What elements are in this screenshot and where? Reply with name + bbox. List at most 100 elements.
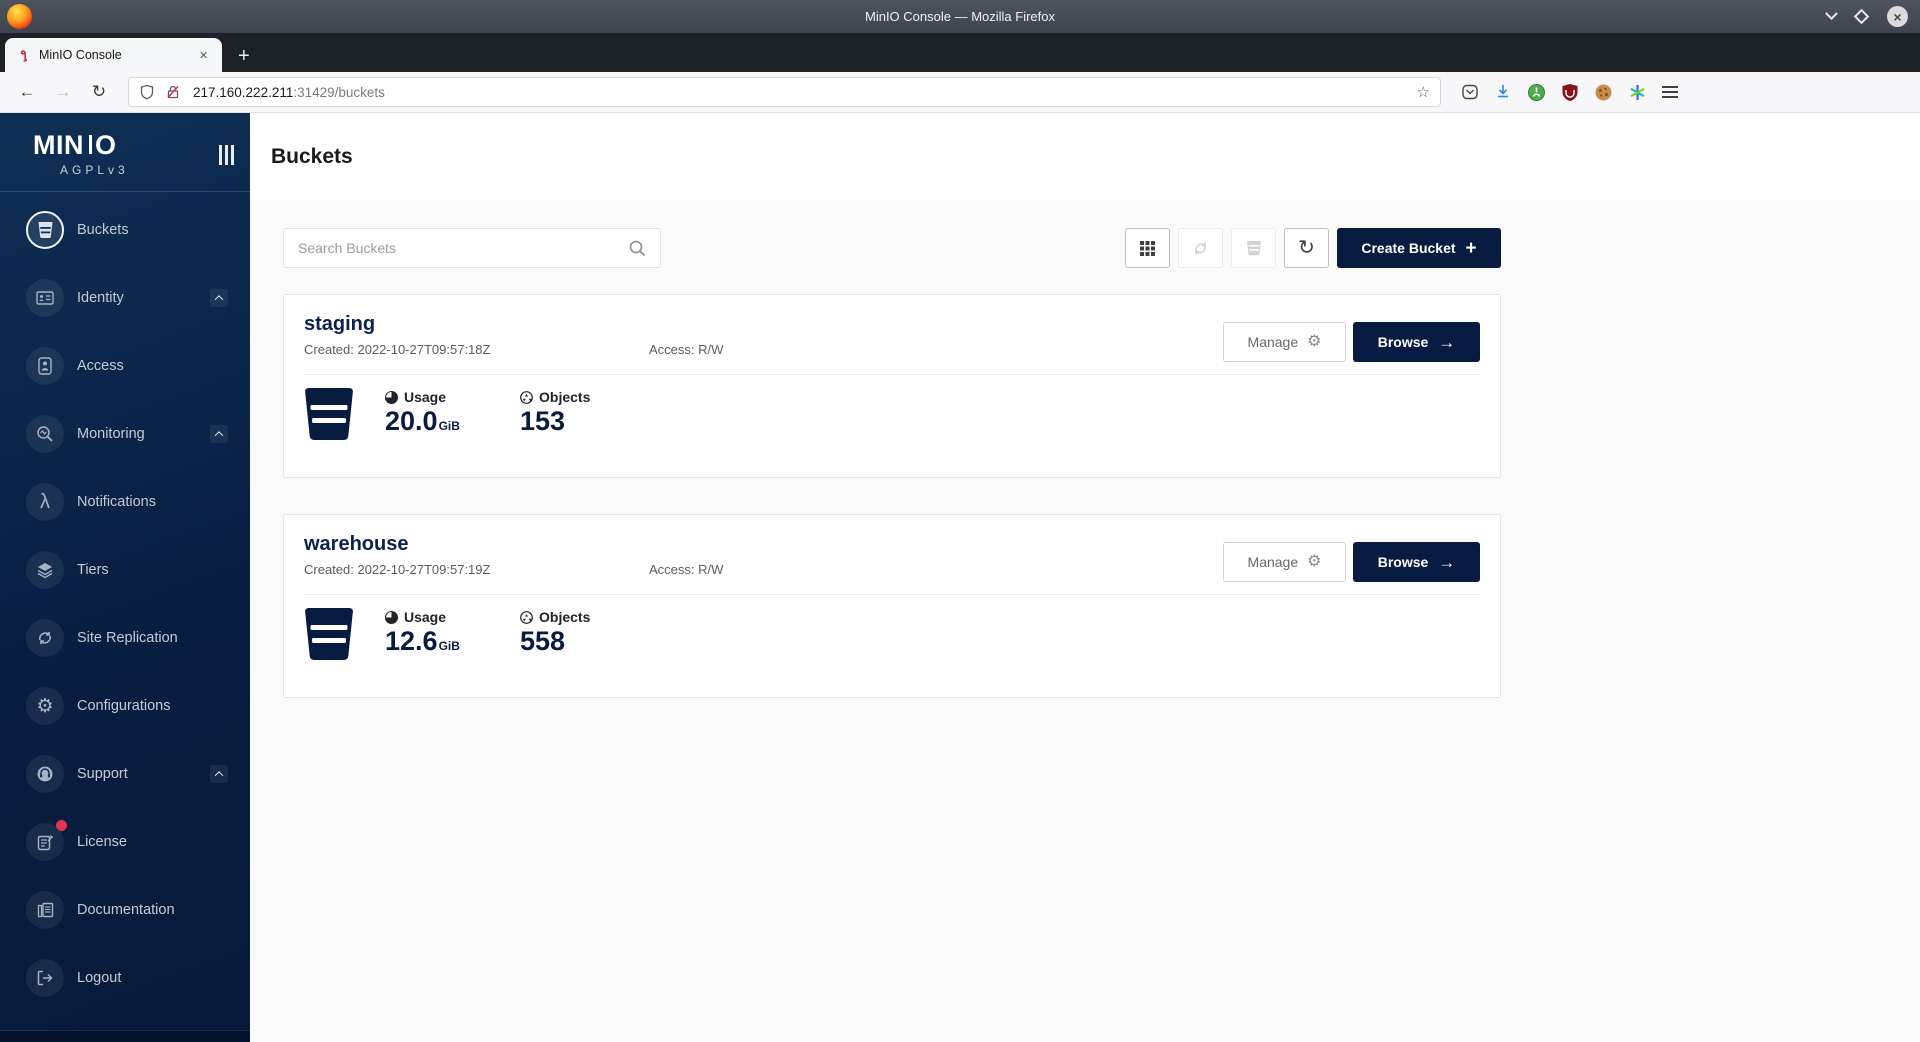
usage-pie-icon	[385, 391, 398, 404]
refresh-icon: ↻	[1298, 238, 1315, 258]
plus-icon: +	[1466, 239, 1477, 258]
delete-bucket-button[interactable]	[1231, 228, 1276, 268]
sidebar-item-label: Support	[77, 766, 128, 782]
sidebar-collapse-icon[interactable]	[219, 145, 234, 165]
arrow-right-icon: →	[1438, 334, 1455, 351]
replication-icon	[1191, 239, 1210, 258]
asterisk-extension-icon[interactable]	[1628, 83, 1647, 102]
sidebar: MINO AGPLv3 Buckets Identity	[0, 113, 250, 1042]
manage-button[interactable]: Manage ⚙	[1223, 542, 1346, 582]
usage-value: 12.6GiB	[385, 625, 489, 662]
sidebar-item-label: Documentation	[77, 902, 175, 918]
bucket-access: Access: R/W	[649, 562, 723, 577]
pocket-icon[interactable]	[1461, 83, 1479, 101]
window-close-icon[interactable]: ×	[1887, 6, 1908, 27]
bucket-large-icon	[304, 606, 354, 662]
sidebar-item-tiers[interactable]: Tiers	[0, 545, 250, 595]
screen: MinIO Console — Mozilla Firefox × MinIO …	[0, 0, 1920, 1042]
url-bar[interactable]: 217.160.222.211:31429/buckets ☆	[128, 77, 1441, 107]
chevron-up-icon[interactable]	[210, 425, 228, 443]
sidebar-item-configurations[interactable]: ⚙ Configurations	[0, 681, 250, 731]
main-panel: Buckets	[250, 113, 1920, 1042]
usage-pie-icon	[385, 611, 398, 624]
sidebar-item-identity[interactable]: Identity	[0, 273, 250, 323]
bookmark-star-icon[interactable]: ☆	[1417, 83, 1430, 101]
bucket-icon	[26, 211, 64, 249]
window-maximize-icon[interactable]	[1856, 11, 1867, 22]
url-host: 217.160.222.211	[193, 85, 293, 100]
back-button[interactable]: ←	[12, 82, 42, 102]
objects-icon	[520, 611, 533, 624]
tab-close-icon[interactable]: ×	[195, 46, 212, 65]
chevron-up-icon[interactable]	[210, 765, 228, 783]
tab-minio-console[interactable]: MinIO Console ×	[5, 38, 222, 72]
bucket-created: Created: 2022-10-27T09:57:19Z	[304, 562, 649, 577]
sidebar-item-label: Notifications	[77, 494, 156, 510]
sidebar-item-label: Logout	[77, 970, 121, 986]
sidebar-item-label: Identity	[77, 290, 124, 306]
sidebar-item-site-replication[interactable]: Site Replication	[0, 613, 250, 663]
page-title: Buckets	[271, 145, 353, 169]
sidebar-item-notifications[interactable]: λ Notifications	[0, 477, 250, 527]
cookie-extension-icon[interactable]	[1594, 83, 1613, 102]
arrow-right-icon: →	[1438, 554, 1455, 571]
content-area: ↻ Create Bucket + staging Created: 20	[250, 200, 1920, 1042]
tab-title: MinIO Console	[39, 48, 195, 62]
refresh-buckets-button[interactable]: ↻	[1284, 228, 1329, 268]
ublock-origin-icon[interactable]	[1561, 83, 1579, 102]
bucket-card-warehouse: warehouse Created: 2022-10-27T09:57:19Z …	[283, 514, 1501, 698]
gear-icon: ⚙	[1307, 554, 1321, 570]
sidebar-horizontal-scrollbar[interactable]	[0, 1030, 250, 1042]
bucket-card-staging: staging Created: 2022-10-27T09:57:18Z Ac…	[283, 294, 1501, 478]
reload-button[interactable]: ↻	[84, 82, 114, 102]
window-titlebar: MinIO Console — Mozilla Firefox ×	[0, 0, 1920, 33]
search-buckets-box	[283, 228, 661, 268]
create-bucket-button[interactable]: Create Bucket +	[1337, 228, 1501, 268]
sidebar-item-label: Configurations	[77, 698, 171, 714]
downloads-icon[interactable]	[1494, 83, 1512, 101]
minio-logo: MINO AGPLv3	[0, 113, 250, 177]
set-replication-button[interactable]	[1178, 228, 1223, 268]
sidebar-item-label: Tiers	[77, 562, 109, 578]
new-tab-button[interactable]: +	[238, 46, 250, 66]
sidebar-item-monitoring[interactable]: Monitoring	[0, 409, 250, 459]
manage-button[interactable]: Manage ⚙	[1223, 322, 1346, 362]
sidebar-item-documentation[interactable]: Documentation	[0, 885, 250, 935]
url-path: :31429/buckets	[293, 85, 385, 100]
sidebar-item-label: License	[77, 834, 127, 850]
browse-button[interactable]: Browse →	[1353, 542, 1480, 582]
identity-card-icon	[26, 279, 64, 317]
sidebar-item-logout[interactable]: Logout	[0, 953, 250, 1003]
sidebar-item-access[interactable]: Access	[0, 341, 250, 391]
browse-button[interactable]: Browse →	[1353, 322, 1480, 362]
sidebar-item-support[interactable]: Support	[0, 749, 250, 799]
menu-hamburger-icon[interactable]	[1662, 83, 1678, 101]
usage-stat: Usage 12.6GiB	[385, 606, 489, 662]
support-headset-icon	[26, 755, 64, 793]
bucket-access: Access: R/W	[649, 342, 723, 357]
license-tag: AGPLv3	[60, 163, 250, 177]
tiers-layers-icon	[26, 551, 64, 589]
window-minimize-icon[interactable]	[1827, 12, 1836, 21]
url-text[interactable]: 217.160.222.211:31429/buckets	[193, 85, 1417, 100]
bucket-large-icon	[304, 386, 354, 442]
objects-stat: Objects 153	[520, 386, 624, 442]
access-badge-icon	[26, 347, 64, 385]
sidebar-item-license[interactable]: License	[0, 817, 250, 867]
grid-view-button[interactable]	[1125, 228, 1170, 268]
forward-button[interactable]: →	[48, 82, 78, 102]
usage-stat: Usage 20.0GiB	[385, 386, 489, 442]
chevron-up-icon[interactable]	[210, 289, 228, 307]
window-title: MinIO Console — Mozilla Firefox	[0, 9, 1920, 24]
monitoring-search-icon	[26, 415, 64, 453]
page-header: Buckets	[250, 113, 1920, 200]
sidebar-item-buckets[interactable]: Buckets	[0, 205, 250, 255]
usage-value: 20.0GiB	[385, 405, 489, 442]
extension-green-icon[interactable]	[1527, 83, 1546, 102]
lambda-icon: λ	[26, 483, 64, 521]
insecure-lock-icon[interactable]	[165, 84, 181, 100]
delete-bucket-icon	[1245, 239, 1263, 257]
search-buckets-input[interactable]	[298, 240, 629, 256]
logout-icon	[26, 959, 64, 997]
tracking-shield-icon[interactable]	[139, 84, 155, 100]
